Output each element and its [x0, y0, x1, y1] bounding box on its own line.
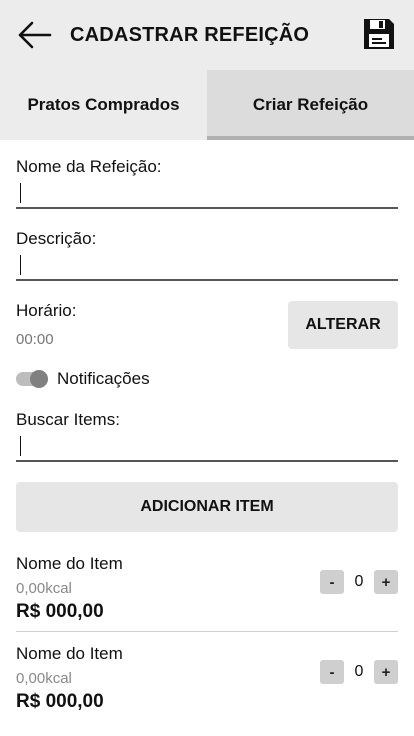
notifications-row: Notificações: [16, 369, 398, 389]
notifications-toggle[interactable]: [16, 370, 48, 388]
quantity-value: 0: [354, 573, 364, 590]
decrement-button[interactable]: -: [320, 570, 344, 594]
increment-button[interactable]: +: [374, 570, 398, 594]
item-name: Nome do Item: [16, 554, 123, 573]
quantity-value: 0: [354, 663, 364, 680]
meal-form: Nome da Refeição: Descrição: Horário: 00…: [0, 157, 414, 721]
item-name: Nome do Item: [16, 644, 123, 663]
back-arrow-icon[interactable]: [16, 20, 52, 50]
text-caret: [20, 255, 21, 275]
quantity-stepper: - 0 +: [320, 570, 398, 594]
time-group: Horário: 00:00: [16, 301, 76, 348]
item-kcal: 0,00kcal: [16, 580, 72, 597]
list-item: Nome do Item 0,00kcal R$ 000,00 - 0 +: [16, 542, 398, 631]
search-items-input[interactable]: [16, 430, 398, 462]
tab-bar: Pratos Comprados Criar Refeição: [0, 70, 414, 140]
decrement-button[interactable]: -: [320, 660, 344, 684]
toggle-knob: [30, 370, 48, 388]
description-input[interactable]: [16, 249, 398, 281]
add-item-button[interactable]: ADICIONAR ITEM: [16, 482, 398, 532]
meal-name-group: Nome da Refeição:: [16, 157, 398, 209]
meal-name-input[interactable]: [16, 177, 398, 209]
quantity-stepper: - 0 +: [320, 660, 398, 684]
change-time-button[interactable]: ALTERAR: [288, 301, 398, 349]
item-kcal: 0,00kcal: [16, 670, 72, 687]
list-item: Nome do Item 0,00kcal R$ 000,00 - 0 +: [16, 632, 398, 721]
page-title: CADASTRAR REFEIÇÃO: [70, 24, 310, 46]
text-caret: [20, 436, 21, 456]
item-price: R$ 000,00: [16, 691, 104, 712]
app-bar: CADASTRAR REFEIÇÃO: [0, 0, 414, 70]
time-value: 00:00: [16, 331, 54, 348]
time-row: Horário: 00:00 ALTERAR: [16, 301, 398, 349]
tab-pratos-comprados[interactable]: Pratos Comprados: [0, 70, 207, 140]
time-label: Horário:: [16, 301, 77, 320]
search-label: Buscar Items:: [16, 410, 120, 429]
search-group: Buscar Items:: [16, 410, 398, 462]
item-list: Nome do Item 0,00kcal R$ 000,00 - 0 + No…: [16, 542, 398, 721]
text-caret: [20, 183, 21, 203]
save-icon[interactable]: [362, 17, 396, 51]
item-price: R$ 000,00: [16, 601, 104, 622]
tab-criar-refeicao[interactable]: Criar Refeição: [207, 70, 414, 140]
description-label: Descrição:: [16, 229, 97, 248]
description-group: Descrição:: [16, 229, 398, 281]
notifications-label: Notificações: [57, 369, 150, 388]
increment-button[interactable]: +: [374, 660, 398, 684]
meal-name-label: Nome da Refeição:: [16, 157, 162, 176]
